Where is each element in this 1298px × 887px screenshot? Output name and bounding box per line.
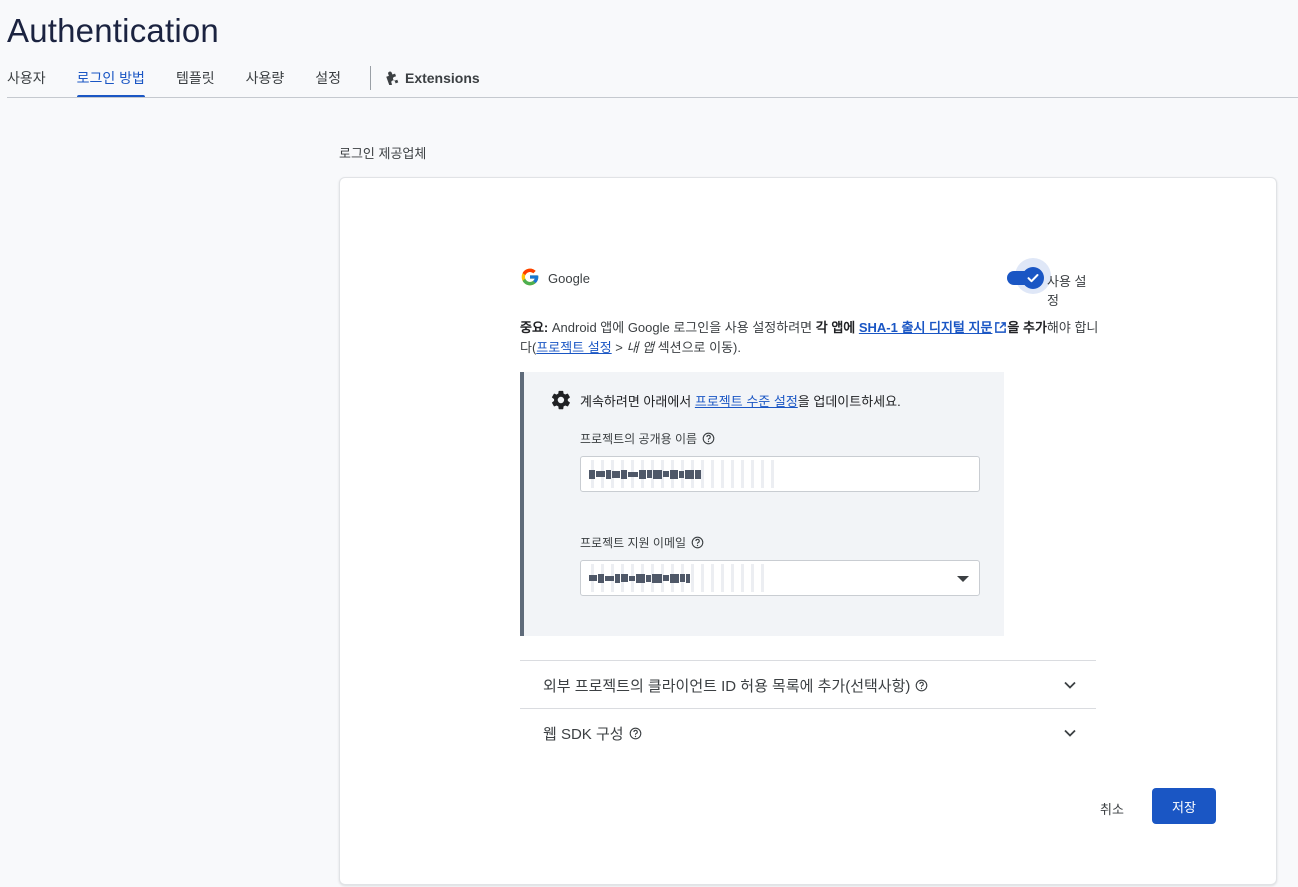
help-icon[interactable]: [629, 727, 642, 740]
provider-card: Google 사용 설정 중요: Android 앱에 Google 로그인을 …: [339, 177, 1277, 885]
notice-italic: 내 앱: [626, 340, 655, 355]
tab-bar: 사용자 로그인 방법 템플릿 사용량 설정 Extensions: [7, 66, 1298, 98]
tab-usage[interactable]: 사용량: [246, 66, 285, 98]
gear-icon: [551, 390, 570, 410]
support-email-label: 프로젝트 지원 이메일: [580, 534, 704, 551]
cancel-button[interactable]: 취소: [1088, 790, 1136, 826]
chevron-down-icon[interactable]: [1064, 729, 1076, 737]
redacted-value: [587, 564, 767, 592]
tab-users[interactable]: 사용자: [7, 66, 46, 98]
help-icon[interactable]: [691, 536, 704, 549]
expander-title: 외부 프로젝트의 클라이언트 ID 허용 목록에 추가(선택사항): [543, 675, 928, 696]
expander-title-text: 외부 프로젝트의 클라이언트 ID 허용 목록에 추가(선택사항): [543, 678, 911, 695]
google-logo-icon: [521, 268, 539, 286]
support-email-label-text: 프로젝트 지원 이메일: [580, 536, 687, 550]
project-settings-box: 계속하려면 아래에서 프로젝트 수준 설정을 업데이트하세요. 프로젝트의 공개…: [520, 372, 1004, 636]
client-id-whitelist-expander[interactable]: 외부 프로젝트의 클라이언트 ID 허용 목록에 추가(선택사항): [520, 660, 1096, 708]
tab-divider: [369, 66, 371, 90]
notice-bold-2: 을 추가: [1007, 320, 1047, 335]
notice-lead: 중요:: [520, 320, 549, 335]
tab-sign-in-method[interactable]: 로그인 방법: [76, 66, 146, 98]
project-level-settings-link[interactable]: 프로젝트 수준 설정: [695, 394, 798, 409]
tab-extensions-label: Extensions: [404, 70, 480, 86]
expander-title: 웹 SDK 구성: [543, 723, 642, 744]
section-label: 로그인 제공업체: [339, 146, 427, 161]
tab-divider-line: [7, 97, 1298, 98]
help-icon[interactable]: [915, 679, 928, 692]
sha1-fingerprint-link[interactable]: SHA-1 출시 디지털 지문: [859, 320, 993, 335]
notice-text-4: 섹션으로 이동).: [654, 340, 741, 355]
public-name-label-text: 프로젝트의 공개용 이름: [580, 432, 698, 446]
tab-extensions[interactable]: Extensions: [385, 66, 480, 98]
web-sdk-config-expander[interactable]: 웹 SDK 구성: [520, 708, 1096, 756]
public-name-label: 프로젝트의 공개용 이름: [580, 430, 715, 447]
dropdown-arrow-icon[interactable]: [957, 576, 969, 582]
save-button[interactable]: 저장: [1152, 788, 1216, 824]
support-email-select[interactable]: [580, 560, 980, 596]
project-settings-link[interactable]: 프로젝트 설정: [536, 340, 611, 355]
notice-text-1: Android 앱에 Google 로그인을 사용 설정하려면: [548, 320, 816, 335]
external-link-icon[interactable]: [994, 321, 1007, 334]
toggle-knob: [1022, 267, 1044, 289]
expander-title-text: 웹 SDK 구성: [543, 726, 624, 743]
extensions-icon: [386, 71, 399, 85]
chevron-down-icon[interactable]: [1064, 681, 1076, 689]
sha1-notice: 중요: Android 앱에 Google 로그인을 사용 설정하려면 각 앱에…: [520, 318, 1100, 358]
public-name-input[interactable]: [580, 456, 980, 492]
page-title: Authentication: [7, 12, 219, 49]
tab-templates[interactable]: 템플릿: [176, 66, 215, 98]
redacted-value: [587, 460, 777, 488]
help-icon[interactable]: [702, 432, 715, 445]
settings-message-post: 을 업데이트하세요.: [797, 394, 901, 409]
enable-toggle-label: 사용 설정: [1047, 274, 1087, 308]
tab-settings[interactable]: 설정: [315, 66, 341, 98]
check-icon: [1027, 274, 1039, 283]
provider-row: Google 사용 설정: [520, 258, 1097, 308]
settings-message: 계속하려면 아래에서 프로젝트 수준 설정을 업데이트하세요.: [580, 391, 901, 410]
notice-bold-1: 각 앱에: [815, 320, 859, 335]
settings-message-pre: 계속하려면 아래에서: [580, 394, 695, 409]
enable-toggle[interactable]: [1007, 258, 1051, 294]
notice-text-3: >: [611, 340, 627, 355]
provider-name: Google: [548, 271, 590, 286]
